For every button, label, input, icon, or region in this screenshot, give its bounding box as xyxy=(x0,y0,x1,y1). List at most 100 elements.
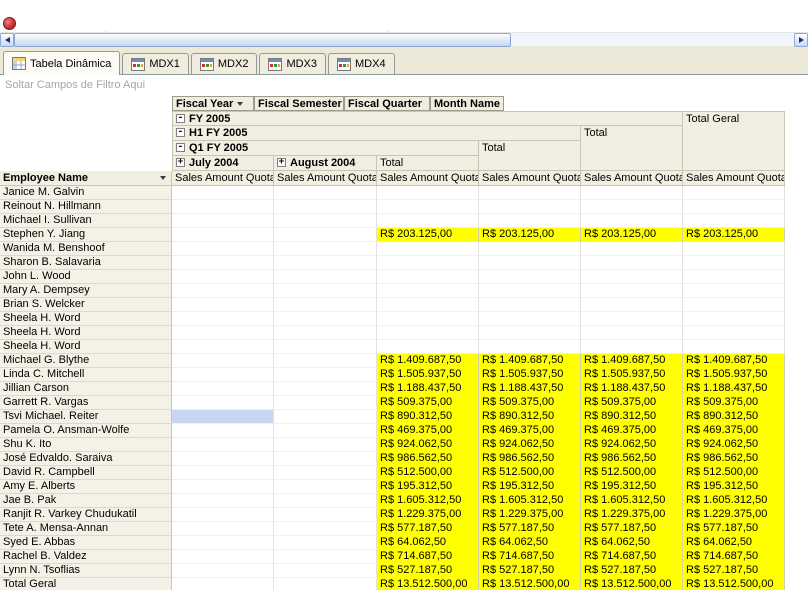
value-cell[interactable]: R$ 1.229.375,00 xyxy=(479,508,581,522)
data-cell[interactable] xyxy=(479,242,581,256)
data-cell[interactable] xyxy=(274,578,377,590)
expand-icon[interactable]: + xyxy=(277,158,286,167)
data-cell[interactable] xyxy=(172,494,274,508)
data-cell[interactable] xyxy=(274,424,377,438)
data-cell[interactable] xyxy=(683,312,785,326)
data-cell[interactable] xyxy=(274,340,377,354)
data-cell[interactable] xyxy=(683,242,785,256)
value-cell[interactable]: R$ 469.375,00 xyxy=(479,424,581,438)
data-cell[interactable] xyxy=(581,326,683,340)
measure-header[interactable]: Sales Amount Quota xyxy=(683,171,785,186)
data-cell[interactable] xyxy=(581,284,683,298)
scroll-right-button[interactable] xyxy=(794,33,808,47)
column-field-fiscal-semester[interactable]: Fiscal Semester xyxy=(254,96,344,111)
value-cell[interactable]: R$ 469.375,00 xyxy=(683,424,785,438)
value-cell[interactable]: R$ 1.188.437,50 xyxy=(479,382,581,396)
mdx-code-editor[interactable]: /* Allocation of Sales Amount Quota to t… xyxy=(0,0,808,32)
data-cell[interactable] xyxy=(274,214,377,228)
value-cell[interactable]: R$ 13.512.500,00 xyxy=(683,578,785,590)
data-cell[interactable] xyxy=(274,564,377,578)
data-cell[interactable] xyxy=(377,340,479,354)
value-cell[interactable]: R$ 64.062,50 xyxy=(479,536,581,550)
measure-header[interactable]: Sales Amount Quota xyxy=(581,171,683,186)
data-cell[interactable] xyxy=(581,270,683,284)
data-cell[interactable] xyxy=(377,270,479,284)
data-cell[interactable] xyxy=(274,550,377,564)
value-cell[interactable]: R$ 924.062,50 xyxy=(377,438,479,452)
data-cell[interactable] xyxy=(172,480,274,494)
data-cell[interactable] xyxy=(274,312,377,326)
data-cell[interactable] xyxy=(479,200,581,214)
data-cell[interactable] xyxy=(274,242,377,256)
data-cell[interactable] xyxy=(274,536,377,550)
column-field-fiscal-quarter[interactable]: Fiscal Quarter xyxy=(344,96,430,111)
value-cell[interactable]: R$ 203.125,00 xyxy=(479,228,581,242)
data-cell[interactable] xyxy=(377,312,479,326)
data-cell[interactable] xyxy=(581,242,683,256)
tab-mdx1[interactable]: MDX1 xyxy=(122,53,189,74)
header-q1-fy-2005[interactable]: -Q1 FY 2005 xyxy=(172,141,479,156)
data-cell[interactable] xyxy=(172,242,274,256)
value-cell[interactable]: R$ 203.125,00 xyxy=(683,228,785,242)
value-cell[interactable]: R$ 512.500,00 xyxy=(377,466,479,480)
value-cell[interactable]: R$ 714.687,50 xyxy=(683,550,785,564)
data-cell[interactable] xyxy=(581,340,683,354)
value-cell[interactable]: R$ 1.505.937,50 xyxy=(581,368,683,382)
data-cell[interactable] xyxy=(274,284,377,298)
data-cell[interactable] xyxy=(172,354,274,368)
data-cell[interactable] xyxy=(274,256,377,270)
employee-name-cell[interactable]: Mary A. Dempsey xyxy=(0,284,172,298)
value-cell[interactable]: R$ 714.687,50 xyxy=(377,550,479,564)
value-cell[interactable]: R$ 577.187,50 xyxy=(581,522,683,536)
employee-name-cell[interactable]: Garrett R. Vargas xyxy=(0,396,172,410)
value-cell[interactable]: R$ 1.188.437,50 xyxy=(377,382,479,396)
header-august-2004[interactable]: +August 2004 xyxy=(274,156,377,171)
data-cell[interactable] xyxy=(274,382,377,396)
data-cell[interactable] xyxy=(274,298,377,312)
data-cell[interactable] xyxy=(479,340,581,354)
scroll-left-button[interactable] xyxy=(0,33,14,47)
data-cell[interactable] xyxy=(377,200,479,214)
value-cell[interactable]: R$ 203.125,00 xyxy=(581,228,683,242)
value-cell[interactable]: R$ 986.562,50 xyxy=(377,452,479,466)
measure-header[interactable]: Sales Amount Quota xyxy=(274,171,377,186)
employee-name-cell[interactable]: Brian S. Welcker xyxy=(0,298,172,312)
column-field-fiscal-year[interactable]: Fiscal Year xyxy=(172,96,254,111)
data-cell[interactable] xyxy=(377,298,479,312)
row-field-employee-name[interactable]: Employee Name xyxy=(0,171,172,186)
data-cell[interactable] xyxy=(683,270,785,284)
value-cell[interactable]: R$ 512.500,00 xyxy=(479,466,581,480)
value-cell[interactable]: R$ 527.187,50 xyxy=(479,564,581,578)
measure-header[interactable]: Sales Amount Quota xyxy=(377,171,479,186)
data-cell[interactable] xyxy=(683,200,785,214)
value-cell[interactable]: R$ 1.505.937,50 xyxy=(377,368,479,382)
header-h1-total[interactable]: Total xyxy=(479,141,581,171)
filter-drop-zone[interactable]: Soltar Campos de Filtro Aqui xyxy=(5,79,145,91)
data-cell[interactable] xyxy=(377,256,479,270)
employee-name-cell[interactable]: Janice M. Galvin xyxy=(0,186,172,200)
employee-name-cell[interactable]: Rachel B. Valdez xyxy=(0,550,172,564)
data-cell[interactable] xyxy=(479,326,581,340)
collapse-icon[interactable]: - xyxy=(176,143,185,152)
data-cell[interactable] xyxy=(172,550,274,564)
value-cell[interactable]: R$ 890.312,50 xyxy=(581,410,683,424)
value-cell[interactable]: R$ 1.409.687,50 xyxy=(377,354,479,368)
data-cell[interactable] xyxy=(172,284,274,298)
data-cell[interactable] xyxy=(172,424,274,438)
data-cell[interactable] xyxy=(479,284,581,298)
data-cell[interactable] xyxy=(683,256,785,270)
value-cell[interactable]: R$ 469.375,00 xyxy=(377,424,479,438)
value-cell[interactable]: R$ 64.062,50 xyxy=(377,536,479,550)
data-cell[interactable] xyxy=(683,186,785,200)
header-fy-total[interactable]: Total xyxy=(581,126,683,171)
value-cell[interactable]: R$ 1.505.937,50 xyxy=(479,368,581,382)
employee-name-cell[interactable]: Sharon B. Salavaria xyxy=(0,256,172,270)
data-cell[interactable] xyxy=(172,522,274,536)
data-cell[interactable] xyxy=(274,410,377,424)
data-cell[interactable] xyxy=(172,340,274,354)
data-cell[interactable] xyxy=(172,214,274,228)
value-cell[interactable]: R$ 986.562,50 xyxy=(479,452,581,466)
data-cell[interactable] xyxy=(274,438,377,452)
data-cell[interactable] xyxy=(172,578,274,590)
value-cell[interactable]: R$ 512.500,00 xyxy=(683,466,785,480)
